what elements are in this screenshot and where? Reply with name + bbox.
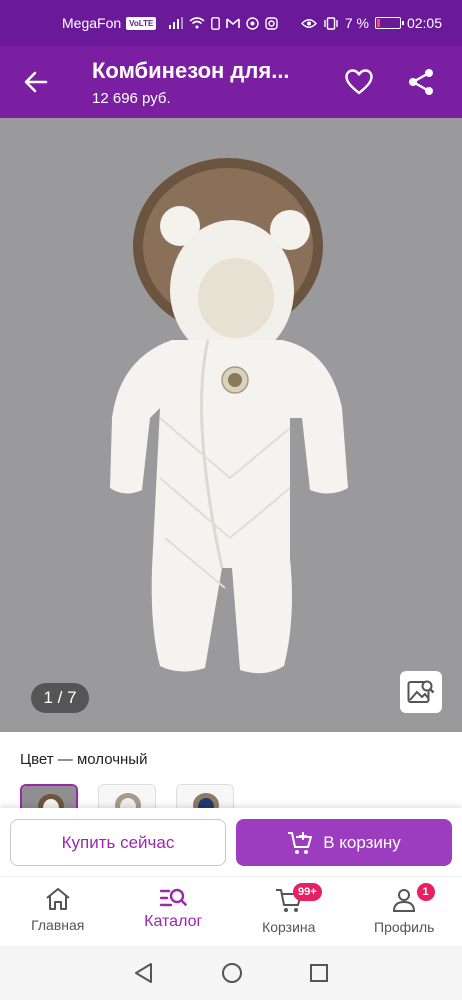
- action-bar: Купить сейчас В корзину: [0, 808, 462, 876]
- image-counter: 1 / 7: [31, 683, 89, 713]
- nav-home[interactable]: Главная: [0, 877, 116, 946]
- cart-plus-icon: [288, 831, 313, 854]
- back-button[interactable]: [18, 66, 54, 98]
- buy-now-label: Купить сейчас: [61, 832, 175, 852]
- share-icon: [409, 69, 433, 95]
- favorite-button[interactable]: [340, 64, 378, 100]
- add-to-cart-button[interactable]: В корзину: [236, 819, 452, 866]
- app-bar: Комбинезон для... 12 696 руб.: [0, 46, 462, 118]
- wifi-icon: [189, 17, 205, 29]
- product-image: [110, 158, 348, 674]
- profile-badge: 1: [416, 883, 435, 901]
- whatsapp-icon: [246, 16, 260, 30]
- nav-cart[interactable]: 99+ Корзина: [231, 877, 347, 946]
- eye-icon: [300, 18, 317, 28]
- product-price: 12 696 руб.: [92, 90, 171, 107]
- vibrate-icon: [324, 16, 338, 30]
- cart-badge: 99+: [293, 883, 322, 901]
- bottom-nav: Главная Каталог 99+ Корзина 1 Профиль: [0, 876, 462, 946]
- add-to-cart-label: В корзину: [323, 832, 401, 852]
- system-nav-bar: [0, 946, 462, 1000]
- status-left: MegaFon VoLTE: [62, 15, 279, 31]
- nav-cart-label: Корзина: [262, 919, 316, 935]
- nav-catalog-label: Каталог: [144, 913, 203, 930]
- heart-icon: [345, 69, 373, 95]
- image-search-icon: [407, 680, 435, 703]
- battery-icon: [374, 17, 404, 29]
- battery-percent: 7 %: [344, 15, 369, 31]
- status-bar: MegaFon VoLTE 7 % 02:05: [0, 0, 462, 46]
- nav-catalog[interactable]: Каталог: [116, 877, 232, 946]
- signal-icon: [169, 17, 184, 29]
- color-label: Цвет — молочный: [20, 751, 148, 768]
- catalog-search-icon: [160, 888, 188, 907]
- photo-search-button[interactable]: [400, 671, 442, 713]
- status-right: 7 % 02:05: [300, 15, 442, 31]
- nav-profile-label: Профиль: [374, 919, 435, 935]
- home-circle-icon[interactable]: [221, 962, 243, 984]
- phone-icon: [211, 16, 221, 30]
- profile-icon: [393, 889, 416, 912]
- product-gallery[interactable]: 1 / 7: [0, 118, 462, 732]
- buy-now-button[interactable]: Купить сейчас: [10, 819, 226, 866]
- nav-profile[interactable]: 1 Профиль: [347, 877, 462, 946]
- recents-square-icon[interactable]: [309, 963, 329, 983]
- clock: 02:05: [406, 15, 442, 31]
- product-title: Комбинезон для...: [92, 58, 290, 83]
- share-button[interactable]: [402, 64, 440, 100]
- carrier-name: MegaFon: [62, 15, 122, 31]
- back-triangle-icon[interactable]: [133, 962, 155, 984]
- instagram-icon: [265, 16, 279, 30]
- gmail-icon: [226, 17, 241, 28]
- home-icon: [46, 888, 70, 910]
- volte-badge: VoLTE: [126, 16, 157, 30]
- arrow-left-icon: [24, 71, 48, 93]
- nav-home-label: Главная: [31, 917, 85, 933]
